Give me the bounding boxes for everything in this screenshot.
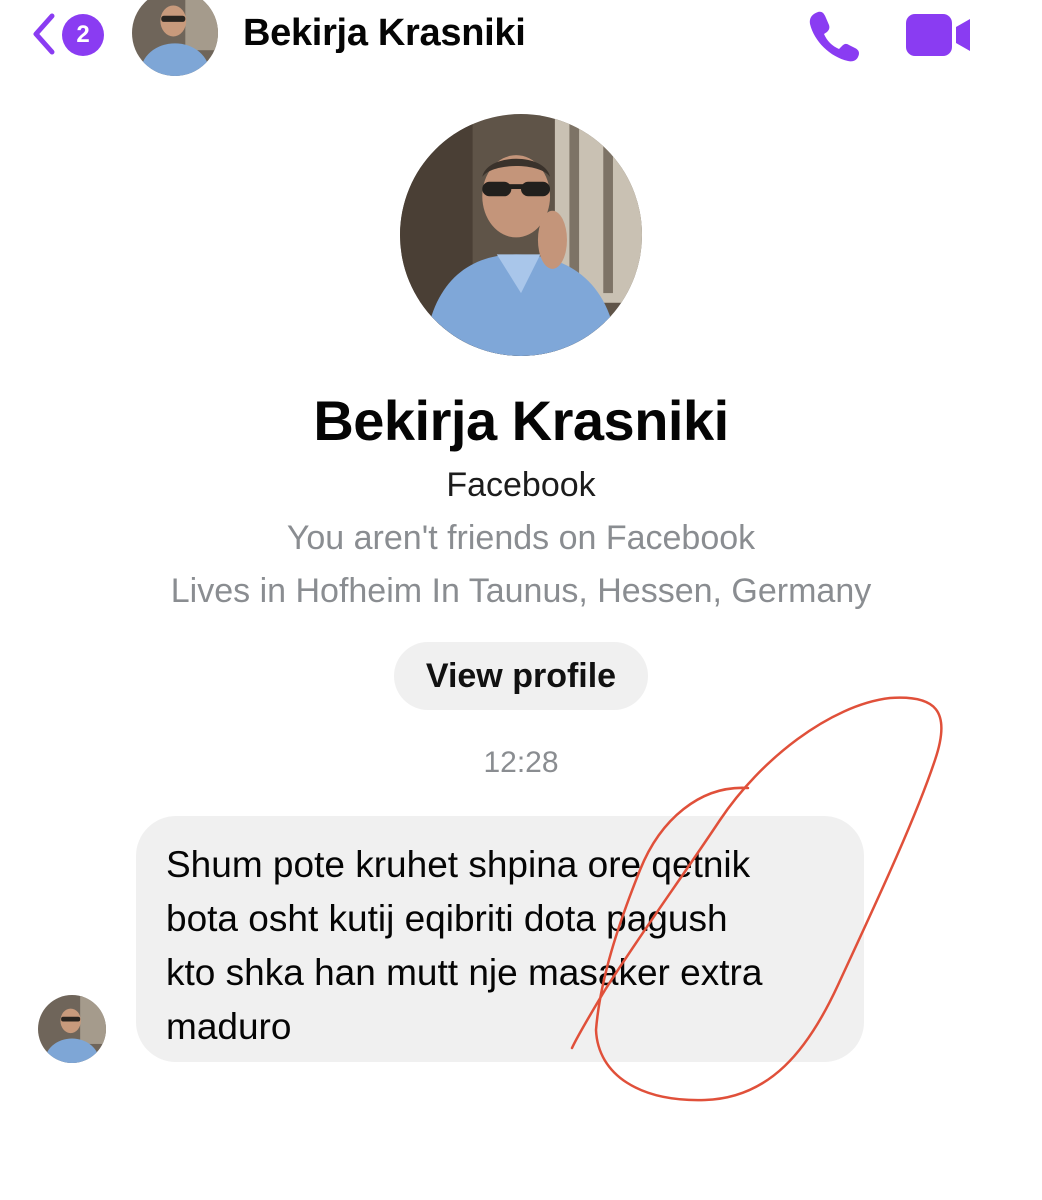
back-button[interactable]: 2 [28, 10, 112, 58]
video-camera-icon [906, 14, 970, 56]
conversation-header: 2 Bekirja Krasniki [0, 0, 1042, 76]
video-call-button[interactable] [904, 12, 974, 58]
avatar[interactable] [132, 0, 218, 76]
sender-avatar[interactable] [38, 995, 106, 1063]
call-button[interactable] [804, 6, 862, 64]
unread-count-badge: 2 [62, 14, 104, 56]
message-bubble[interactable]: Shum pote kruhet shpina ore qetnik bota … [136, 816, 864, 1062]
sender-avatar-photo [38, 995, 106, 1063]
profile-location: Lives in Hofheim In Taunus, Hessen, Germ… [170, 572, 872, 610]
chevron-left-icon [33, 13, 55, 55]
profile-photo-image [400, 114, 642, 356]
profile-photo[interactable] [400, 114, 642, 356]
view-profile-button[interactable]: View profile [394, 642, 648, 710]
profile-source: Facebook [446, 466, 596, 504]
profile-name: Bekirja Krasniki [313, 389, 729, 452]
avatar-photo [132, 0, 218, 76]
phone-icon [809, 11, 859, 62]
contact-name[interactable]: Bekirja Krasniki [243, 12, 526, 55]
message-timestamp: 12:28 [483, 746, 559, 779]
friend-status: You aren't friends on Facebook [286, 519, 756, 557]
message-text: Shum pote kruhet shpina ore qetnik bota … [166, 844, 763, 1047]
messenger-conversation-screen: 2 Bekirja Krasniki Bekirja Krasniki Face… [0, 0, 1042, 1200]
